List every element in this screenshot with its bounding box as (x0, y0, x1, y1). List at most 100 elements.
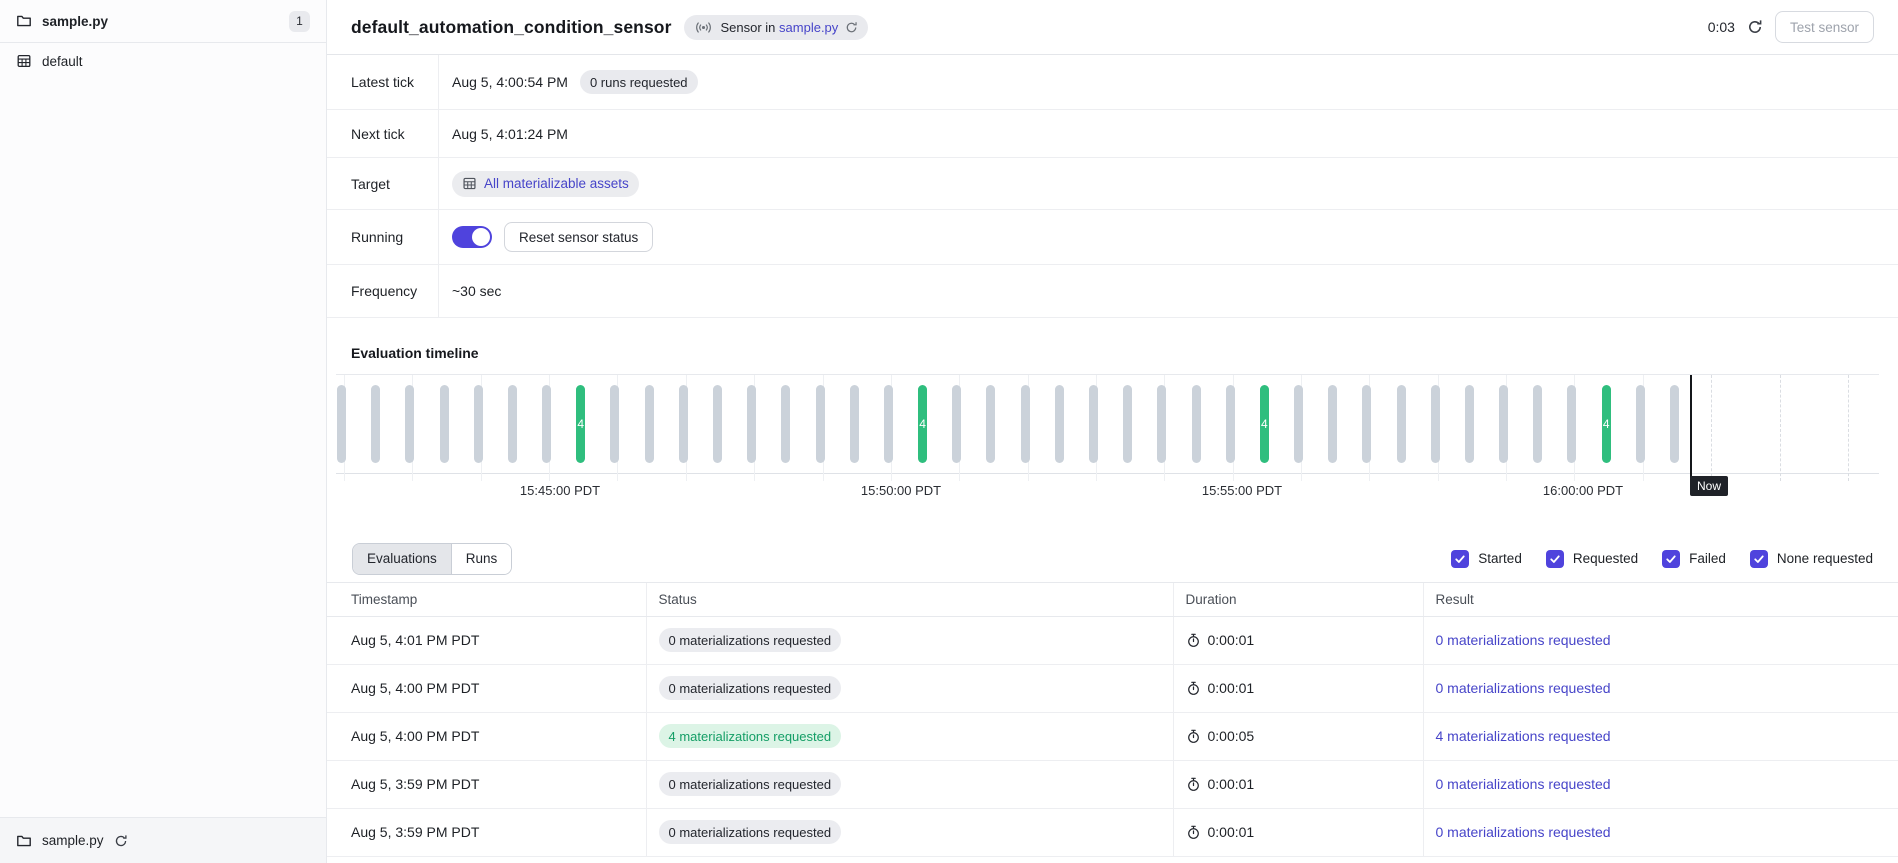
table-header-row: Timestamp Status Duration Result (327, 583, 1898, 616)
sensor-badge-text: Sensor in sample.py (720, 20, 838, 35)
timeline-tick-bar[interactable] (1636, 385, 1645, 463)
timeline-tick-bar-requested[interactable]: 4 (1602, 385, 1611, 463)
footer-code-location-name: sample.py (42, 833, 104, 848)
timeline-tick-bar[interactable] (440, 385, 449, 463)
timeline-tick-bar[interactable] (986, 385, 995, 463)
column-header-result: Result (1423, 583, 1898, 616)
result-link[interactable]: 0 materializations requested (1436, 824, 1611, 840)
timeline-tick-bar-requested[interactable]: 4 (1260, 385, 1269, 463)
timeline-tick-bar-requested[interactable]: 4 (918, 385, 927, 463)
timeline-title: Evaluation timeline (327, 345, 1898, 361)
timeline-tick-bar[interactable] (371, 385, 380, 463)
timeline-gridline (1711, 375, 1712, 481)
timeline-tick-bar[interactable] (1294, 385, 1303, 463)
timeline-tick-bar[interactable] (679, 385, 688, 463)
filter-checkbox-failed[interactable]: Failed (1662, 550, 1726, 568)
stopwatch-icon (1186, 729, 1201, 744)
duration-value: 0:00:05 (1208, 728, 1255, 744)
timeline-tick-bar[interactable] (713, 385, 722, 463)
evaluation-row: Aug 5, 4:00 PM PDT4 materializations req… (327, 712, 1898, 760)
timeline-tick-bar[interactable] (1328, 385, 1337, 463)
reload-location-icon[interactable] (114, 834, 128, 848)
timeline-tick-bar[interactable] (1123, 385, 1132, 463)
timeline-tick-bar[interactable] (1021, 385, 1030, 463)
result-link[interactable]: 4 materializations requested (1436, 728, 1611, 744)
timeline-tick-bar[interactable] (1226, 385, 1235, 463)
status-badge: 0 materializations requested (659, 628, 842, 652)
timeline-tick-bar[interactable] (508, 385, 517, 463)
evaluation-row: Aug 5, 4:00 PM PDT0 materializations req… (327, 664, 1898, 712)
detail-label: Latest tick (327, 55, 439, 109)
folder-icon (16, 13, 32, 29)
timeline-tick-bar[interactable] (1192, 385, 1201, 463)
running-toggle[interactable] (452, 226, 492, 248)
timeline-tick-bar[interactable] (1157, 385, 1166, 463)
evaluation-row: Aug 5, 3:59 PM PDT0 materializations req… (327, 808, 1898, 856)
cell-result: 4 materializations requested (1423, 712, 1898, 760)
cell-status: 0 materializations requested (646, 664, 1173, 712)
timeline-tick-bar[interactable] (1670, 385, 1679, 463)
target-assets-pill[interactable]: All materializable assets (452, 171, 639, 197)
timeline-tick-bar[interactable] (1397, 385, 1406, 463)
cell-status: 0 materializations requested (646, 616, 1173, 664)
reload-icon[interactable] (845, 21, 858, 34)
timeline-tick-bar[interactable] (884, 385, 893, 463)
code-location-link[interactable]: sample.py (779, 20, 838, 35)
timeline-tick-bar[interactable] (1465, 385, 1474, 463)
evaluations-table: Timestamp Status Duration Result Aug 5, … (327, 583, 1898, 857)
timeline-tick-bar[interactable] (1499, 385, 1508, 463)
result-link[interactable]: 0 materializations requested (1436, 632, 1611, 648)
timeline-tick-bar[interactable] (781, 385, 790, 463)
count-badge: 1 (289, 11, 310, 32)
tab-runs[interactable]: Runs (451, 544, 512, 574)
cell-timestamp: Aug 5, 4:00 PM PDT (327, 664, 646, 712)
timeline-gridline (1848, 375, 1849, 481)
checkbox-checked-icon[interactable] (1750, 550, 1768, 568)
duration-value: 0:00:01 (1208, 776, 1255, 792)
timeline-tick-bar[interactable] (474, 385, 483, 463)
timeline-tick-bar[interactable] (952, 385, 961, 463)
cell-duration: 0:00:01 (1173, 760, 1423, 808)
timeline-tick-bar[interactable] (850, 385, 859, 463)
sidebar-item-default[interactable]: default (0, 43, 326, 79)
evaluation-row: Aug 5, 3:59 PM PDT0 materializations req… (327, 760, 1898, 808)
timeline-tick-bar[interactable] (542, 385, 551, 463)
tick-request-count: 4 (1261, 417, 1268, 431)
tab-evaluations[interactable]: Evaluations (353, 544, 451, 574)
timeline-tick-bar[interactable] (816, 385, 825, 463)
timeline-tick-bar[interactable] (1567, 385, 1576, 463)
result-link[interactable]: 0 materializations requested (1436, 680, 1611, 696)
timeline-now-marker (1690, 375, 1692, 488)
detail-row-latest-tick: Latest tick Aug 5, 4:00:54 PM 0 runs req… (327, 55, 1898, 110)
filter-checkbox-none-requested[interactable]: None requested (1750, 550, 1873, 568)
cell-status: 0 materializations requested (646, 760, 1173, 808)
result-link[interactable]: 0 materializations requested (1436, 776, 1611, 792)
reset-sensor-status-button[interactable]: Reset sensor status (504, 222, 653, 252)
timeline-tick-bar[interactable] (1055, 385, 1064, 463)
checkbox-checked-icon[interactable] (1662, 550, 1680, 568)
sidebar-code-location-header[interactable]: sample.py 1 (0, 0, 326, 43)
timeline-tick-bar[interactable] (337, 385, 346, 463)
timeline-tick-bar-requested[interactable]: 4 (576, 385, 585, 463)
cell-timestamp: Aug 5, 4:01 PM PDT (327, 616, 646, 664)
filter-checkbox-requested[interactable]: Requested (1546, 550, 1638, 568)
test-sensor-button[interactable]: Test sensor (1775, 11, 1874, 43)
filter-checkbox-started[interactable]: Started (1451, 550, 1522, 568)
timeline-tick-bar[interactable] (1431, 385, 1440, 463)
timeline-tick-bar[interactable] (645, 385, 654, 463)
timeline-tick-bar[interactable] (610, 385, 619, 463)
detail-row-next-tick: Next tick Aug 5, 4:01:24 PM (327, 110, 1898, 158)
timeline-tick-bar[interactable] (1362, 385, 1371, 463)
checkbox-checked-icon[interactable] (1451, 550, 1469, 568)
timeline-tick-bar[interactable] (747, 385, 756, 463)
timeline-tick-bar[interactable] (405, 385, 414, 463)
refresh-icon[interactable] (1747, 19, 1763, 35)
timeline-tick-bar[interactable] (1089, 385, 1098, 463)
duration-value: 0:00:01 (1208, 632, 1255, 648)
sensor-details: Latest tick Aug 5, 4:00:54 PM 0 runs req… (327, 55, 1898, 318)
filter-checkbox-label: Started (1478, 551, 1522, 566)
checkbox-checked-icon[interactable] (1546, 550, 1564, 568)
timeline-tick-bar[interactable] (1533, 385, 1542, 463)
filter-checkbox-label: None requested (1777, 551, 1873, 566)
stopwatch-icon (1186, 825, 1201, 840)
